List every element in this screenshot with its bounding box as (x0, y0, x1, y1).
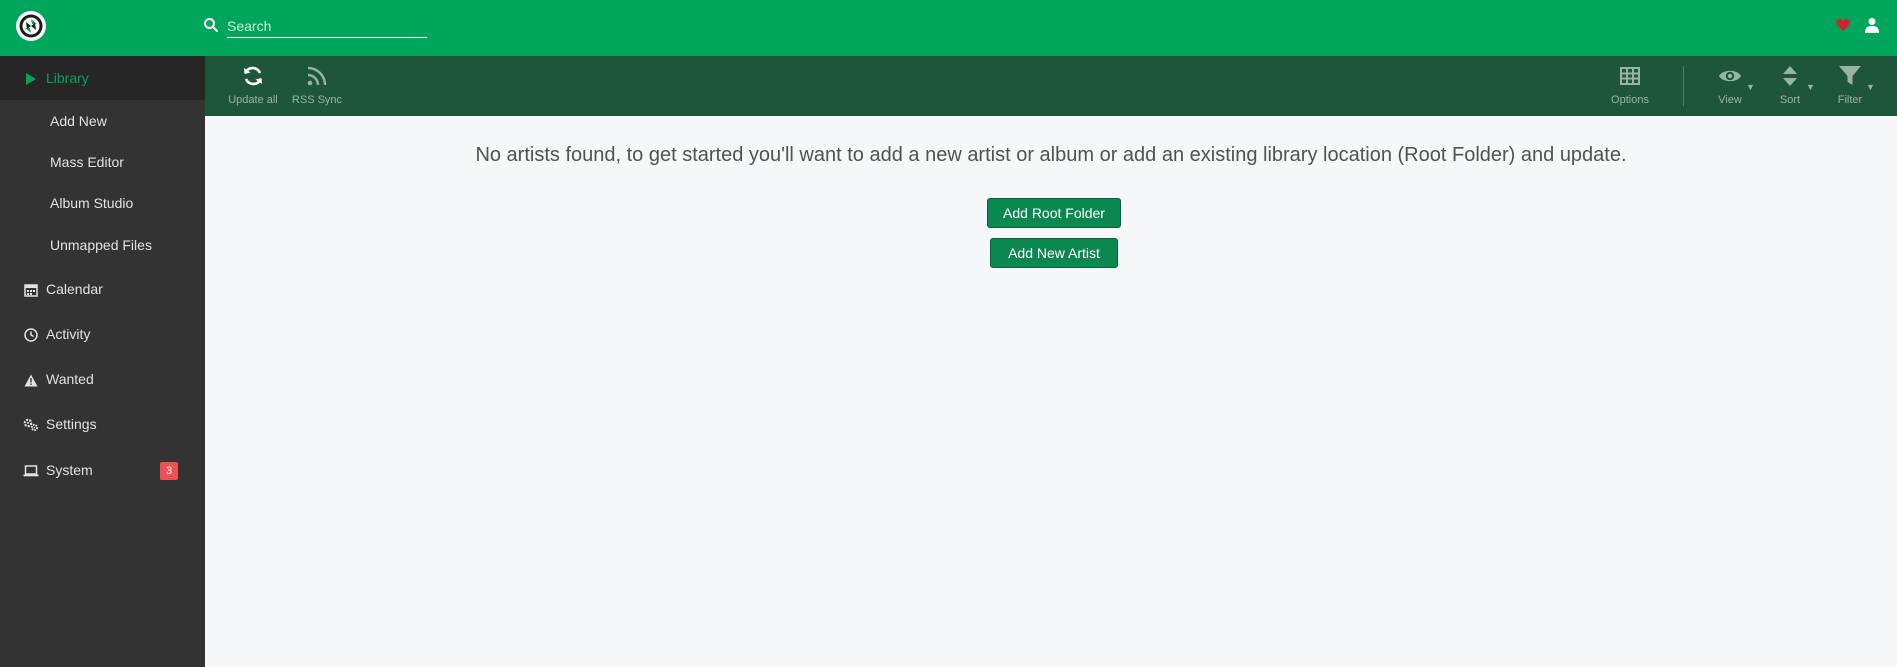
sidebar-item-label: System (46, 462, 93, 478)
sidebar-item-album-studio[interactable]: Album Studio (0, 183, 205, 223)
sidebar-item-settings[interactable]: Settings (0, 402, 205, 446)
options-button[interactable]: Options (1605, 56, 1655, 116)
sidebar-item-label: Unmapped Files (50, 237, 152, 253)
sidebar: Library Add New Mass Editor Album Studio… (0, 56, 205, 667)
sidebar-item-label: Activity (46, 326, 91, 342)
refresh-icon (241, 64, 265, 88)
sidebar-item-label: Calendar (46, 281, 103, 297)
cogs-icon (23, 417, 39, 433)
chevron-down-icon: ▼ (1806, 82, 1815, 92)
sidebar-item-calendar[interactable]: Calendar (0, 267, 205, 311)
sidebar-item-label: Library (46, 70, 89, 86)
page-toolbar: Update all RSS Sync Options View ▼ Sort … (205, 56, 1897, 116)
sidebar-item-wanted[interactable]: Wanted (0, 357, 205, 401)
add-root-folder-button[interactable]: Add Root Folder (987, 198, 1121, 228)
search-bar (203, 14, 427, 38)
toolbar-label: View (1718, 94, 1742, 106)
sort-icon (1778, 64, 1802, 88)
sidebar-item-label: Mass Editor (50, 154, 124, 170)
search-icon (203, 17, 219, 33)
warning-icon (23, 372, 39, 388)
sidebar-item-mass-editor[interactable]: Mass Editor (0, 142, 205, 182)
laptop-icon (23, 463, 39, 479)
empty-state-message: No artists found, to get started you'll … (475, 144, 1627, 166)
update-all-button[interactable]: Update all (225, 56, 281, 116)
toolbar-label: Sort (1779, 94, 1801, 106)
toolbar-label: RSS Sync (291, 94, 343, 106)
sidebar-item-label: Album Studio (50, 195, 134, 211)
toolbar-divider (1683, 66, 1684, 106)
play-icon (23, 71, 39, 87)
sidebar-item-add-new[interactable]: Add New (0, 101, 205, 141)
toolbar-label: Filter (1837, 94, 1863, 106)
sidebar-item-label: Add New (50, 113, 107, 129)
lidarr-logo[interactable] (15, 10, 47, 42)
status-badge: 3 (160, 462, 178, 480)
calendar-icon (23, 282, 39, 298)
sidebar-item-system[interactable]: System 3 (0, 448, 205, 492)
top-header (0, 0, 1897, 56)
toolbar-label: Update all (228, 94, 278, 106)
rss-icon (305, 64, 329, 88)
sidebar-item-label: Settings (46, 416, 97, 432)
eye-icon (1718, 64, 1742, 88)
table-icon (1618, 64, 1642, 88)
sidebar-item-label: Wanted (46, 371, 94, 387)
filter-icon (1838, 64, 1862, 88)
search-input[interactable] (227, 14, 427, 38)
main-content: No artists found, to get started you'll … (205, 116, 1897, 667)
toolbar-label: Options (1611, 94, 1649, 106)
chevron-down-icon: ▼ (1866, 82, 1875, 92)
chevron-down-icon: ▼ (1746, 82, 1755, 92)
heart-icon[interactable] (1835, 17, 1851, 33)
clock-icon (23, 327, 39, 343)
user-icon[interactable] (1865, 17, 1879, 33)
rss-sync-button[interactable]: RSS Sync (289, 56, 345, 116)
sidebar-item-library[interactable]: Library (0, 56, 205, 100)
sidebar-item-unmapped-files[interactable]: Unmapped Files (0, 225, 205, 265)
sidebar-item-activity[interactable]: Activity (0, 312, 205, 356)
add-new-artist-button[interactable]: Add New Artist (990, 238, 1118, 268)
